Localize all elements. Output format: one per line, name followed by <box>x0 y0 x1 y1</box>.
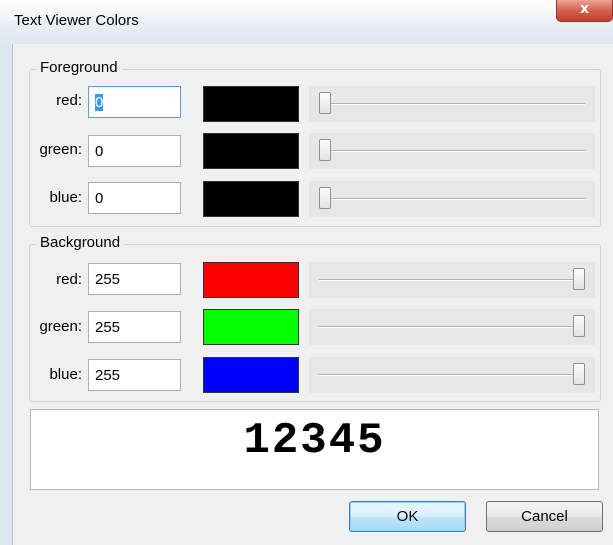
slider-track <box>319 326 585 328</box>
bg-green-slider[interactable] <box>309 309 595 345</box>
window-title: Text Viewer Colors <box>14 12 139 29</box>
fg-red-label: red: <box>56 92 82 109</box>
dialog-window: Text Viewer Colors x Foreground red: 0 g… <box>0 0 613 545</box>
slider-track <box>319 150 585 152</box>
color-preview-box: 12345 <box>30 409 599 490</box>
bg-blue-label: blue: <box>49 366 82 383</box>
slider-track <box>319 279 585 281</box>
fg-green-label: green: <box>39 141 82 158</box>
preview-text: 12345 <box>243 416 386 466</box>
slider-track <box>319 374 585 376</box>
slider-thumb[interactable] <box>573 315 585 337</box>
bg-green-input[interactable]: 255 <box>88 311 181 343</box>
fg-red-swatch <box>203 86 299 122</box>
window-frame-edge <box>0 44 13 545</box>
fg-red-slider[interactable] <box>309 86 595 122</box>
fg-blue-input[interactable]: 0 <box>88 182 181 214</box>
bg-green-swatch <box>203 309 299 345</box>
fg-blue-slider[interactable] <box>309 181 595 217</box>
slider-thumb[interactable] <box>319 92 331 114</box>
bg-green-label: green: <box>39 318 82 335</box>
bg-blue-slider[interactable] <box>309 357 595 393</box>
slider-thumb[interactable] <box>573 363 585 385</box>
bg-blue-swatch <box>203 357 299 393</box>
fg-green-input[interactable]: 0 <box>88 135 181 167</box>
fg-red-input[interactable]: 0 <box>88 86 181 118</box>
close-button[interactable]: x <box>556 0 613 22</box>
bg-red-swatch <box>203 262 299 298</box>
slider-thumb[interactable] <box>319 139 331 161</box>
bg-red-input[interactable]: 255 <box>88 263 181 295</box>
slider-thumb[interactable] <box>319 187 331 209</box>
fg-red-value: 0 <box>95 94 104 111</box>
title-bar: Text Viewer Colors x <box>0 0 613 45</box>
fg-green-slider[interactable] <box>309 133 595 169</box>
close-icon: x <box>579 1 590 17</box>
background-legend: Background <box>36 234 125 251</box>
cancel-button[interactable]: Cancel <box>486 501 603 532</box>
foreground-legend: Foreground <box>36 59 122 76</box>
fg-green-swatch <box>203 133 299 169</box>
slider-thumb[interactable] <box>573 268 585 290</box>
slider-track <box>319 103 585 105</box>
bg-red-slider[interactable] <box>309 262 595 298</box>
fg-blue-swatch <box>203 181 299 217</box>
ok-button[interactable]: OK <box>349 501 466 532</box>
bg-red-label: red: <box>56 271 82 288</box>
slider-track <box>319 198 585 200</box>
bg-blue-input[interactable]: 255 <box>88 359 181 391</box>
fg-blue-label: blue: <box>49 189 82 206</box>
